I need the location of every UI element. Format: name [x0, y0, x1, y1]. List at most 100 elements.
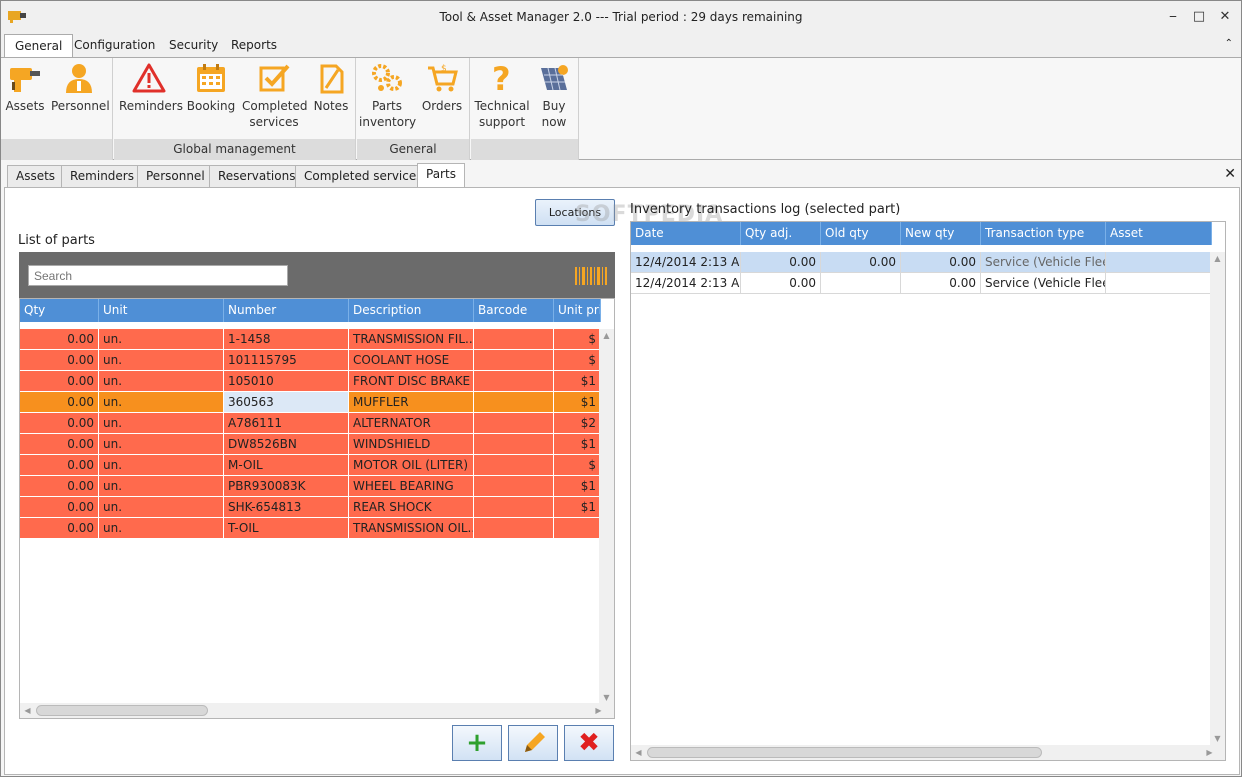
menu-tab-general[interactable]: General: [4, 34, 74, 58]
delete-icon: ✖: [578, 728, 600, 758]
minimize-icon[interactable]: ⎯: [1162, 7, 1184, 27]
tab-parts[interactable]: Parts: [417, 163, 465, 187]
scroll-right-icon[interactable]: ▶: [1202, 748, 1217, 757]
column-header[interactable]: Unit pri: [554, 299, 601, 322]
table-row[interactable]: 0.00 un. 360563 MUFFLER $1: [20, 392, 601, 413]
table-cell: [474, 455, 554, 476]
ribbon-collapse-icon[interactable]: ⌃: [1225, 38, 1233, 49]
scroll-right-icon[interactable]: ▶: [591, 706, 606, 715]
add-part-button[interactable]: +: [452, 725, 502, 761]
table-row[interactable]: 0.00 un. T-OIL TRANSMISSION OIL...: [20, 518, 601, 539]
column-header[interactable]: Number: [224, 299, 349, 322]
table-cell: $: [554, 455, 601, 476]
scroll-left-icon[interactable]: ◀: [20, 706, 35, 715]
technical-support-button[interactable]: ? Technical support: [473, 62, 531, 130]
column-header[interactable]: Description: [349, 299, 474, 322]
delete-part-button[interactable]: ✖: [564, 725, 614, 761]
tab-assets[interactable]: Assets: [7, 165, 65, 187]
column-header[interactable]: Old qty: [821, 222, 901, 245]
orders-button[interactable]: $ Orders: [419, 62, 465, 114]
table-cell: 12/4/2014 2:13 A...: [631, 252, 741, 273]
table-cell: MUFFLER: [349, 392, 474, 413]
table-row[interactable]: 12/4/2014 2:13 A... 0.00 0.00 0.00 Service (…: [631, 252, 1212, 273]
maximize-icon[interactable]: □: [1188, 7, 1210, 27]
table-row[interactable]: 0.00 un. PBR930083K WHEEL BEARING $1: [20, 476, 601, 497]
log-grid: Date Qty adj. Old qty New qty Transaction ty…: [630, 221, 1226, 761]
scroll-up-icon[interactable]: ▲: [599, 331, 614, 340]
barcode-icon[interactable]: [575, 267, 607, 285]
table-row[interactable]: 0.00 un. 1-1458 TRANSMISSION FIL... $: [20, 329, 601, 350]
scroll-left-icon[interactable]: ◀: [631, 748, 646, 757]
close-tab-icon[interactable]: ✕: [1224, 166, 1236, 182]
table-row[interactable]: 0.00 un. 105010 FRONT DISC BRAKE $1: [20, 371, 601, 392]
table-cell: un.: [99, 518, 224, 539]
table-row[interactable]: 0.00 un. A786111 ALTERNATOR $2: [20, 413, 601, 434]
search-input[interactable]: [28, 265, 288, 286]
table-cell: un.: [99, 350, 224, 371]
column-header[interactable]: Asset: [1106, 222, 1212, 245]
column-header[interactable]: Date: [631, 222, 741, 245]
parts-search-bar: [19, 252, 615, 298]
ribbon-group-help: ? Technical support Buy now: [471, 58, 579, 160]
edit-part-button[interactable]: [508, 725, 558, 761]
menu-tab-reports[interactable]: Reports: [221, 34, 287, 57]
scroll-down-icon[interactable]: ▼: [599, 693, 614, 702]
table-cell: $1: [554, 497, 601, 518]
column-header[interactable]: Qty adj.: [741, 222, 821, 245]
table-cell: $1: [554, 476, 601, 497]
tab-personnel[interactable]: Personnel: [137, 165, 214, 187]
reminders-button[interactable]: Reminders: [119, 62, 183, 114]
table-cell: MOTOR OIL (LITER): [349, 455, 474, 476]
column-header[interactable]: Qty: [20, 299, 99, 322]
column-header[interactable]: Barcode: [474, 299, 554, 322]
parts-horizontal-scrollbar[interactable]: ◀ ▶: [20, 703, 614, 718]
close-icon[interactable]: ✕: [1214, 7, 1236, 27]
log-vertical-scrollbar[interactable]: ▲ ▼: [1210, 252, 1225, 745]
table-row[interactable]: 0.00 un. DW8526BN WINDSHIELD $1: [20, 434, 601, 455]
title-bar: Tool & Asset Manager 2.0 --- Trial perio…: [1, 1, 1241, 34]
table-cell: 1-1458: [224, 329, 349, 350]
column-header[interactable]: New qty: [901, 222, 981, 245]
log-horizontal-scrollbar[interactable]: ◀ ▶: [631, 745, 1225, 760]
solar-panel-icon: [541, 65, 568, 91]
table-row[interactable]: 12/4/2014 2:13 A... 0.00 0.00 Service (Vehi…: [631, 273, 1212, 294]
tab-completed-services[interactable]: Completed services: [295, 165, 432, 187]
table-row[interactable]: 0.00 un. M-OIL MOTOR OIL (LITER) $: [20, 455, 601, 476]
completed-services-button[interactable]: Completed services: [242, 62, 307, 130]
checkbox-icon: [259, 64, 290, 92]
table-cell: 0.00: [20, 476, 99, 497]
booking-button[interactable]: Booking: [184, 62, 238, 114]
table-cell: [1106, 252, 1212, 273]
scroll-up-icon[interactable]: ▲: [1210, 254, 1225, 263]
assets-button[interactable]: Assets: [5, 62, 45, 114]
table-cell: T-OIL: [224, 518, 349, 539]
parts-vertical-scrollbar[interactable]: ▲ ▼: [599, 329, 614, 704]
buy-now-button[interactable]: Buy now: [535, 62, 573, 130]
ribbon-group-label: General: [357, 139, 469, 160]
scroll-thumb[interactable]: [647, 747, 1042, 758]
parts-inventory-line1: Parts: [372, 99, 402, 113]
parts-inventory-button[interactable]: Parts inventory: [359, 62, 416, 130]
ribbon-group-general: Parts inventory $ Orders General: [357, 58, 470, 160]
svg-text:$: $: [441, 64, 447, 74]
column-header[interactable]: Unit: [99, 299, 224, 322]
pencil-icon: [525, 732, 545, 752]
notes-button[interactable]: Notes: [310, 62, 352, 114]
table-cell: DW8526BN: [224, 434, 349, 455]
document-tabs: Assets Reminders Personnel Reservations …: [4, 163, 1240, 187]
table-row[interactable]: 0.00 un. 101115795 COOLANT HOSE $: [20, 350, 601, 371]
menu-tab-configuration[interactable]: Configuration: [64, 34, 165, 57]
table-cell: [474, 371, 554, 392]
menu-tab-security[interactable]: Security: [159, 34, 228, 57]
scroll-thumb[interactable]: [36, 705, 208, 716]
table-cell: 0.00: [20, 371, 99, 392]
person-icon: [66, 64, 92, 93]
personnel-button[interactable]: Personnel: [51, 62, 110, 114]
tab-reminders[interactable]: Reminders: [61, 165, 143, 187]
table-cell: WHEEL BEARING: [349, 476, 474, 497]
tab-reservations[interactable]: Reservations: [209, 165, 305, 187]
table-cell: A786111: [224, 413, 349, 434]
scroll-down-icon[interactable]: ▼: [1210, 734, 1225, 743]
table-row[interactable]: 0.00 un. SHK-654813 REAR SHOCK $1: [20, 497, 601, 518]
column-header[interactable]: Transaction type: [981, 222, 1106, 245]
